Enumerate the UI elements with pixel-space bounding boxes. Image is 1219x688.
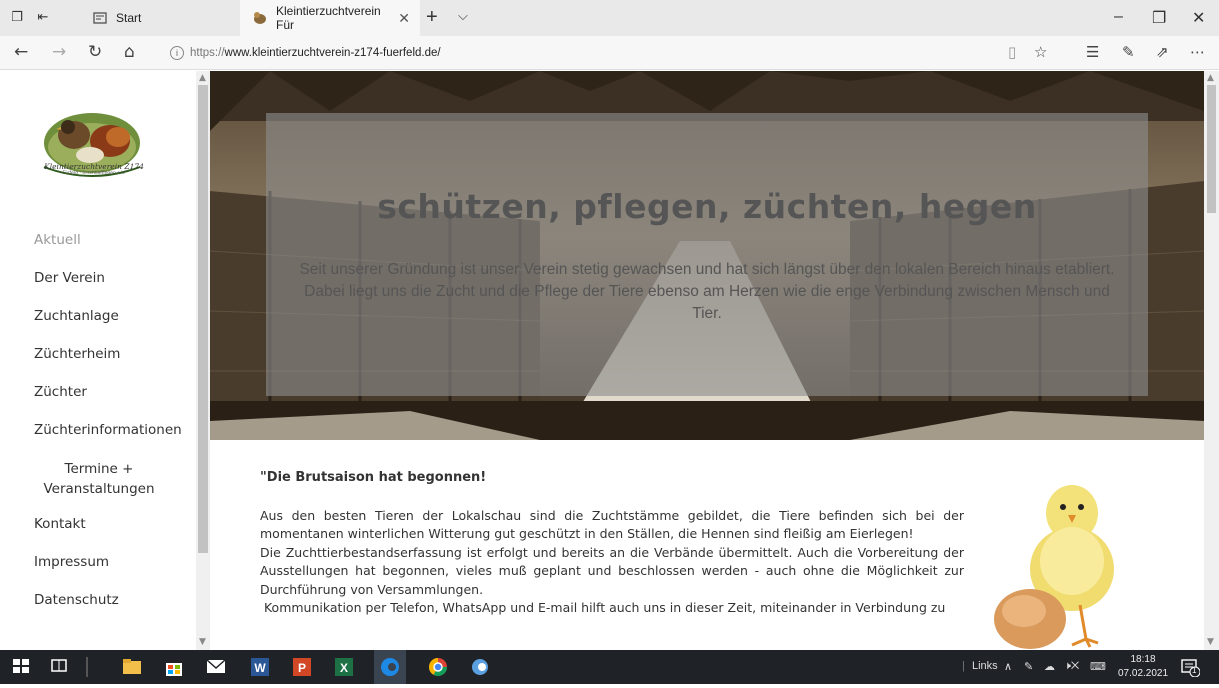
hero-overlay-box: schützen, pflegen, züchten, hegen Seit u… <box>266 113 1148 396</box>
notification-count: 1 <box>1192 666 1197 675</box>
forward-button[interactable]: → <box>52 42 66 62</box>
task-view-icon[interactable] <box>50 657 70 677</box>
favorite-star-icon[interactable]: ☆ <box>1034 43 1047 61</box>
chrome-icon[interactable] <box>428 657 448 677</box>
hero-title: schützen, pflegen, züchten, hegen <box>377 187 1037 226</box>
close-window-button[interactable]: ✕ <box>1192 8 1205 28</box>
keyboard-icon[interactable]: ⌨ <box>1090 660 1106 673</box>
taskbar-separator <box>86 657 88 677</box>
webpage: Kleintierzuchtverein Z174 Fürfeld · Irrs… <box>0 71 1219 650</box>
windows-taskbar: W P X | Links ∧ ✎ ☁ 🕨✕ ⌨ 18:18 07.02.202… <box>0 650 1219 684</box>
share-icon[interactable]: ⇗ <box>1156 43 1169 61</box>
url-field[interactable]: i https://www.kleintierzuchtverein-z174-… <box>166 40 1066 66</box>
nav-item-zuechterheim[interactable]: Züchterheim <box>34 335 194 373</box>
set-tabs-aside-icon[interactable]: ⇤ <box>34 9 52 27</box>
hero-banner: schützen, pflegen, züchten, hegen Seit u… <box>210 71 1204 440</box>
svg-text:P: P <box>298 661 306 675</box>
sidebar: Kleintierzuchtverein Z174 Fürfeld · Irrs… <box>0 71 196 650</box>
tab-label: Kleintierzuchtverein Für <box>276 4 381 32</box>
nav-item-aktuell[interactable]: Aktuell <box>34 221 194 259</box>
network-icon[interactable]: ☁ <box>1044 660 1055 673</box>
clock[interactable]: 18:18 07.02.2021 <box>1118 653 1168 681</box>
nav-item-impressum[interactable]: Impressum <box>34 543 194 581</box>
notification-center-icon[interactable]: 1 <box>1180 657 1201 678</box>
nav-item-kontakt[interactable]: Kontakt <box>34 505 194 543</box>
chick-on-egg-image <box>980 471 1130 650</box>
close-tab-icon[interactable]: ✕ <box>398 10 410 27</box>
reading-view-icon[interactable]: ▯ <box>1008 43 1016 61</box>
file-explorer-icon[interactable] <box>122 657 142 677</box>
volume-muted-icon[interactable]: 🕨✕ <box>1064 660 1079 673</box>
restore-button[interactable]: ❐ <box>1152 8 1166 28</box>
links-toolbar[interactable]: Links <box>972 660 998 672</box>
chevron-down-icon[interactable]: ⌵ <box>458 9 468 24</box>
info-icon[interactable]: i <box>170 46 184 60</box>
mail-icon[interactable] <box>206 657 226 677</box>
browser-titlebar: ❐ ⇤ Start Kleintierzuchtverein Für ✕ + ⌵… <box>0 0 1219 36</box>
svg-text:X: X <box>340 661 348 675</box>
hero-text: Seit unserer Gründung ist unser Verein s… <box>299 261 1115 322</box>
pen-icon[interactable]: ✎ <box>1024 660 1033 673</box>
home-button[interactable]: ⌂ <box>124 42 135 62</box>
article-paragraph: Aus den besten Tieren der Lokalschau sin… <box>260 507 964 542</box>
web-note-icon[interactable]: ✎ <box>1122 43 1135 61</box>
nav-item-datenschutz[interactable]: Datenschutz <box>34 581 194 619</box>
club-logo[interactable]: Kleintierzuchtverein Z174 Fürfeld · Irrs… <box>30 107 158 185</box>
tab-actions-icon[interactable]: ❐ <box>8 9 26 27</box>
tab-kleintierzuchtverein[interactable]: Kleintierzuchtverein Für ✕ <box>240 0 420 36</box>
word-icon[interactable]: W <box>250 657 270 677</box>
nav-item-der-verein[interactable]: Der Verein <box>34 259 194 297</box>
tab-label: Start <box>116 11 142 25</box>
sidebar-scroll-thumb[interactable] <box>198 85 208 553</box>
nav-item-zuechterinformationen[interactable]: Züchterinformationen <box>34 411 194 449</box>
article: "Die Brutsaison hat begonnen! Aus den be… <box>260 469 964 618</box>
scroll-down-arrow-icon[interactable]: ▼ <box>1207 637 1214 647</box>
scroll-down-arrow-icon[interactable]: ▼ <box>199 637 206 647</box>
tab-start[interactable]: Start <box>80 0 240 36</box>
sidebar-scrollbar[interactable]: ▲ ▼ <box>196 71 210 650</box>
nav-item-zuchtanlage[interactable]: Zuchtanlage <box>34 297 194 335</box>
site-favicon <box>252 10 268 26</box>
nav-item-termine[interactable]: Termine + Veranstaltungen <box>34 449 164 505</box>
page-scroll-thumb[interactable] <box>1207 85 1216 213</box>
article-paragraph: Die Zuchttierbestandserfassung ist erfol… <box>260 544 964 597</box>
excel-icon[interactable]: X <box>334 657 354 677</box>
nav-item-zuechter[interactable]: Züchter <box>34 373 194 411</box>
main-content: schützen, pflegen, züchten, hegen Seit u… <box>210 71 1204 650</box>
address-bar-row: ← → ↻ ⌂ i https://www.kleintierzuchtvere… <box>0 36 1219 70</box>
tray-separator: | <box>962 660 965 672</box>
powerpoint-icon[interactable]: P <box>292 657 312 677</box>
favorites-hub-icon[interactable]: ☰ <box>1086 43 1099 61</box>
back-button[interactable]: ← <box>14 42 28 62</box>
new-tab-button[interactable]: + <box>426 6 438 29</box>
page-scrollbar[interactable]: ▲ ▼ <box>1204 71 1219 650</box>
store-icon[interactable] <box>164 657 184 677</box>
refresh-button[interactable]: ↻ <box>88 42 102 62</box>
article-heading: "Die Brutsaison hat begonnen! <box>260 470 487 485</box>
svg-text:W: W <box>254 661 266 675</box>
scroll-up-arrow-icon[interactable]: ▲ <box>1207 73 1214 83</box>
scroll-up-arrow-icon[interactable]: ▲ <box>199 73 206 83</box>
edge-active-icon[interactable] <box>374 650 406 684</box>
main-navigation: Aktuell Der Verein Zuchtanlage Züchterhe… <box>34 221 194 619</box>
app-icon[interactable] <box>470 657 490 677</box>
more-icon[interactable]: ⋯ <box>1190 43 1205 61</box>
start-page-icon <box>92 10 108 26</box>
windows-start-icon[interactable] <box>12 657 32 677</box>
article-paragraph: Kommunikation per Telefon, WhatsApp und … <box>260 600 946 615</box>
minimize-button[interactable]: – <box>1114 8 1123 26</box>
chevron-up-icon[interactable]: ∧ <box>1004 660 1012 673</box>
